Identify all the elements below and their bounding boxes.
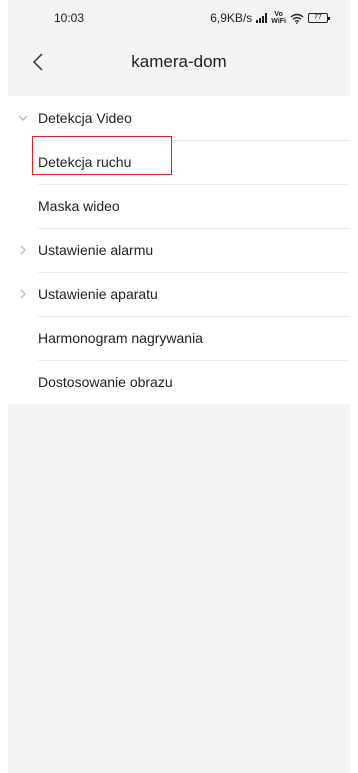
app-header: kamera-dom <box>8 36 350 88</box>
status-indicators: 6,9KB/s Vo WiFi 77 <box>210 11 330 25</box>
menu-item-label: Detekcja ruchu <box>38 154 132 170</box>
wifi-icon <box>290 13 304 24</box>
menu-item-label: Ustawienie alarmu <box>38 242 154 258</box>
chevron-left-icon <box>32 53 43 71</box>
menu-item-label: Harmonogram nagrywania <box>38 330 203 346</box>
battery-level: 77 <box>314 14 322 21</box>
menu-item-ustawienie-aparatu[interactable]: Ustawienie aparatu <box>8 272 350 316</box>
chevron-right-icon <box>18 245 28 255</box>
menu-item-label: Dostosowanie obrazu <box>38 374 173 390</box>
status-time: 10:03 <box>54 11 85 25</box>
network-speed: 6,9KB/s <box>210 11 253 25</box>
menu-item-detekcja-ruchu[interactable]: Detekcja ruchu <box>8 140 350 184</box>
menu-item-dostosowanie-obrazu[interactable]: Dostosowanie obrazu <box>8 360 350 404</box>
menu-item-ustawienie-alarmu[interactable]: Ustawienie alarmu <box>8 228 350 272</box>
status-bar: 10:03 6,9KB/s Vo WiFi 77 <box>8 0 350 36</box>
back-button[interactable] <box>26 48 50 76</box>
menu-item-harmonogram-nagrywania[interactable]: Harmonogram nagrywania <box>8 316 350 360</box>
page-title: kamera-dom <box>131 52 227 71</box>
settings-menu: Detekcja Video Detekcja ruchu Maska wide… <box>8 96 350 404</box>
signal-strength-icon <box>256 13 268 23</box>
menu-item-maska-wideo[interactable]: Maska wideo <box>8 184 350 228</box>
vowifi-icon: Vo WiFi <box>271 11 286 25</box>
chevron-right-icon <box>18 289 28 299</box>
battery-icon: 77 <box>308 13 330 23</box>
menu-item-label: Maska wideo <box>38 198 120 214</box>
menu-item-label: Ustawienie aparatu <box>38 286 158 302</box>
app-screen: 10:03 6,9KB/s Vo WiFi 77 kamera-dom Dete… <box>0 0 358 773</box>
menu-item-label: Detekcja Video <box>38 110 132 126</box>
chevron-down-icon <box>18 113 28 123</box>
menu-item-detekcja-video[interactable]: Detekcja Video <box>8 96 350 140</box>
